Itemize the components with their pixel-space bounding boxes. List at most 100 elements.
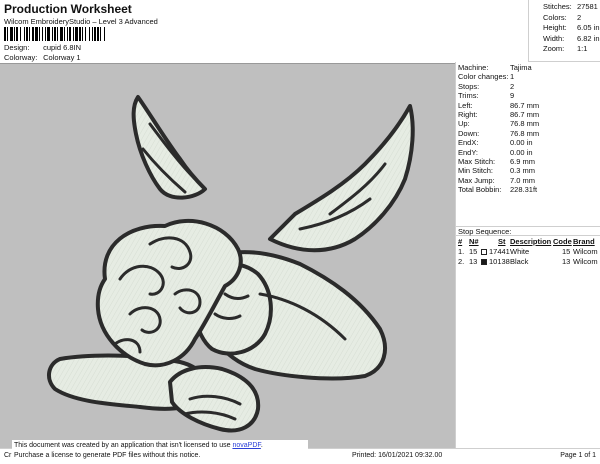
- row-num: 2.: [458, 257, 465, 266]
- info-value: 0.00 in: [510, 138, 533, 148]
- row-code: 15: [562, 247, 571, 256]
- row-n: 13: [469, 257, 478, 266]
- notice-text: This document was created by an applicat…: [14, 442, 233, 449]
- info-label: Max Stitch:: [458, 156, 496, 166]
- cupid-embroidery-image: [47, 95, 415, 433]
- info-label: Machine:: [458, 63, 489, 72]
- info-value: 6.9 mm: [510, 156, 536, 166]
- info-label: Color changes:: [458, 72, 509, 82]
- row-code: 13: [562, 257, 571, 266]
- col-n: N#: [469, 237, 479, 246]
- row-description: White: [510, 247, 530, 256]
- stop-sequence-title: Stop Sequence:: [456, 226, 600, 236]
- info-row: Machine: Tajima: [458, 63, 600, 72]
- col-brand: Brand: [573, 237, 595, 246]
- right-wing: [268, 104, 415, 253]
- info-value: 9: [510, 91, 515, 101]
- table-row: 1. 15 17441 White 15 Wilcom: [456, 247, 600, 257]
- stat-label: Colors:: [543, 12, 567, 22]
- design-value: cupid 6.8IN: [43, 43, 82, 52]
- info-row: Max Stitch: 6.9 mm: [458, 157, 600, 166]
- info-value: 0.3 mm: [510, 166, 536, 176]
- stat-zoom: Zoom: 1:1: [543, 44, 600, 55]
- col-code: Code: [553, 237, 572, 246]
- info-row: Right: 86.7 mm: [458, 110, 600, 119]
- info-row: Max Jump: 7.0 mm: [458, 176, 600, 185]
- stat-value: 27581: [577, 2, 598, 11]
- info-value: 7.0 mm: [510, 175, 536, 185]
- info-label: Down:: [458, 128, 480, 138]
- info-value: 76.8 mm: [510, 128, 540, 138]
- stat-width: Width: 6.82 in: [543, 34, 600, 45]
- stat-stitches: Stitches: 27581: [543, 2, 600, 13]
- colorway-row: Colorway: Colorway 1: [4, 53, 81, 62]
- row-brand: Wilcom: [573, 247, 598, 256]
- info-label: Total Bobbin:: [458, 185, 502, 195]
- info-row: Up: 76.8 mm: [458, 119, 600, 128]
- license-notice: This document was created by an applicat…: [12, 440, 308, 462]
- col-num: #: [458, 237, 463, 246]
- info-label: EndX:: [458, 138, 479, 148]
- colorway-value: Colorway 1: [43, 53, 81, 62]
- info-value: Tajima: [510, 63, 532, 72]
- page-number: Page 1 of 1: [560, 452, 596, 459]
- col-description: Description: [510, 237, 552, 246]
- color-swatch: [481, 259, 487, 265]
- row-st: 17441: [489, 247, 510, 256]
- cupid-hand: [168, 365, 261, 433]
- info-row: Stops: 2: [458, 82, 600, 91]
- row-num: 1.: [458, 247, 465, 256]
- row-brand: Wilcom: [573, 257, 598, 266]
- page-title: Production Worksheet: [4, 2, 132, 16]
- stat-label: Height:: [543, 23, 567, 32]
- row-st: 10138: [489, 257, 510, 266]
- info-value: 86.7 mm: [510, 100, 540, 110]
- notice-line-1: This document was created by an applicat…: [14, 441, 306, 451]
- info-label: Min Stitch:: [458, 166, 494, 176]
- info-value: 86.7 mm: [510, 109, 540, 119]
- footer-left: Cr: [4, 452, 12, 459]
- stop-sequence-table: # N# St Description Code Brand 1. 15 174…: [456, 237, 600, 267]
- design-preview: [0, 63, 455, 448]
- info-label: Right:: [458, 109, 478, 119]
- stat-height: Height: 6.05 in: [543, 23, 600, 34]
- printed-date: Printed: 16/01/2021 09:32.00: [352, 452, 443, 459]
- worksheet-header: Production Worksheet Wilcom EmbroiderySt…: [0, 0, 528, 64]
- notice-period: .: [260, 442, 263, 449]
- stat-value: 6.05 in: [577, 23, 600, 32]
- info-row: EndX: 0.00 in: [458, 138, 600, 147]
- info-row: Min Stitch: 0.3 mm: [458, 166, 600, 175]
- stat-label: Stitches:: [543, 2, 572, 11]
- design-stats: Stitches: 27581 Colors: 2 Height: 6.05 in W…: [528, 0, 600, 62]
- novapdf-link[interactable]: novaPDF: [232, 442, 260, 449]
- info-label: Left:: [458, 100, 473, 110]
- design-row: Design: cupid 6.8IN: [4, 43, 81, 52]
- machine-panel: Machine: Tajima Color changes: 1 Stops: 2 T…: [455, 62, 600, 448]
- machine-info: Machine: Tajima Color changes: 1 Stops: 2 T…: [456, 62, 600, 194]
- stat-value: 1:1: [577, 44, 588, 53]
- col-st: St: [498, 237, 506, 246]
- info-label: Up:: [458, 119, 470, 129]
- notice-line-2: Purchase a license to generate PDF files…: [14, 451, 201, 459]
- stat-label: Width:: [543, 33, 565, 43]
- info-row: Color changes: 1: [458, 72, 600, 81]
- software-subtitle: Wilcom EmbroideryStudio – Level 3 Advanc…: [4, 17, 158, 26]
- info-value: 228.31ft: [510, 185, 538, 195]
- info-value: 0.00 in: [510, 147, 533, 157]
- table-row: 2. 13 10138 Black 13 Wilcom: [456, 257, 600, 267]
- info-row: Total Bobbin: 228.31ft: [458, 185, 600, 194]
- info-label: Stops:: [458, 81, 480, 91]
- info-row: Trims: 9: [458, 91, 600, 100]
- barcode-image: [4, 27, 105, 41]
- colorway-label: Colorway:: [4, 53, 38, 62]
- stat-label: Zoom:: [543, 44, 565, 53]
- info-row: EndY: 0.00 in: [458, 148, 600, 157]
- info-value: 76.8 mm: [510, 119, 540, 129]
- info-value: 2: [510, 81, 515, 91]
- color-swatch: [481, 249, 487, 255]
- info-label: EndY:: [458, 147, 479, 157]
- row-n: 15: [469, 247, 478, 256]
- info-row: Down: 76.8 mm: [458, 129, 600, 138]
- stat-colors: Colors: 2: [543, 13, 600, 24]
- table-header: # N# St Description Code Brand: [456, 237, 600, 247]
